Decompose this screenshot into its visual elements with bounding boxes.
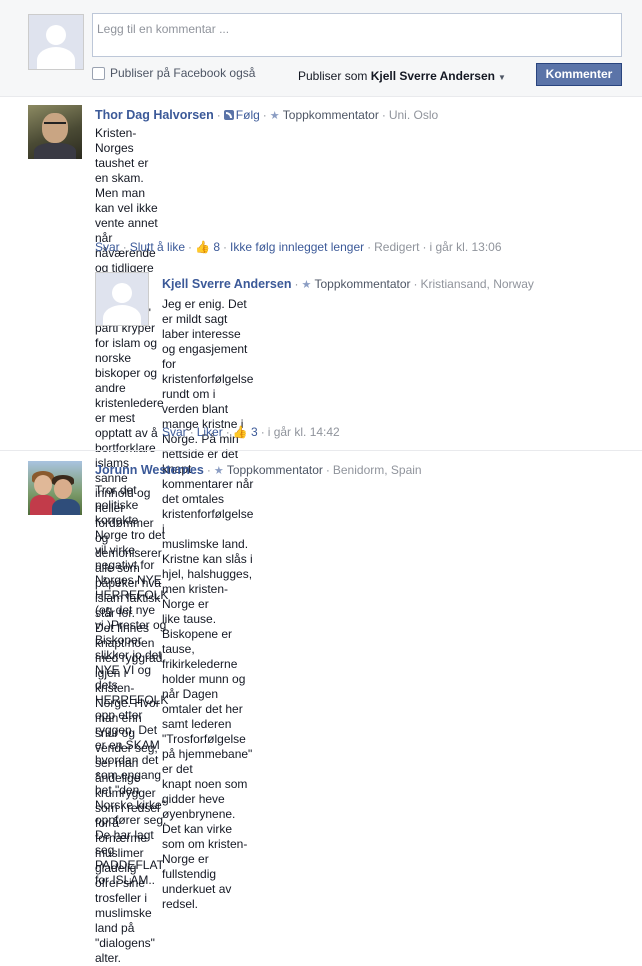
rss-icon [223,110,234,120]
author-location: Uni. Oslo [388,108,439,122]
star-icon: ★ [301,279,312,291]
comment-header: Thor Dag Halvorsen · Følg · ★ Toppkommentato… [95,108,439,122]
facebook-share-checkbox[interactable]: Publiser på Facebook også [92,66,255,80]
like-count[interactable]: 3 [251,425,258,439]
post-as-prefix: Publiser som [298,69,368,83]
top-commenter-badge: Toppkommentator [226,463,323,477]
thumbs-up-icon[interactable]: 👍 [195,240,210,254]
comment-line: De har lagt seg PADDEFLAT for ISLAM.. [95,828,164,887]
author-name[interactable]: Jorunn Westernes [95,463,204,477]
comment-composer: Legg til en kommentar ... Publiser på Fa… [0,0,642,97]
timestamp[interactable]: i går kl. 13:06 [429,240,501,254]
comment-header: Jorunn Westernes · ★ Toppkommentator · Benid… [95,463,422,477]
avatar[interactable] [95,272,149,326]
checkbox-box[interactable] [92,66,105,80]
edited-label: Redigert [374,240,420,254]
follow-link[interactable]: Følg [236,108,260,122]
post-as-name: Kjell Sverre Andersen [370,69,495,83]
comment-line: muslimske land. Kristne kan slås i hjel,… [162,537,253,611]
comment-line: omtaler det her samt lederen "Trosforføl… [162,702,253,776]
comment-text: Tror det politiske korrekte Norge tro de… [95,483,168,888]
author-name[interactable]: Thor Dag Halvorsen [95,108,214,122]
comment-text: Jeg er enig. Det er mildt sagt laber int… [162,297,253,912]
comment-line: Tror det politiske korrekte Norge tro de… [95,483,169,602]
thumbs-up-icon[interactable]: 👍 [233,425,248,439]
comment-line: knapt noen som gidder heve øyenbrynene. … [162,777,248,851]
submit-comment-button[interactable]: Kommenter [536,63,622,86]
comment-line: like tause. Biskopene er tause, frikirke… [162,612,246,701]
author-name[interactable]: Kjell Sverre Andersen [162,277,291,291]
comment-line: Jeg er enig. Det er mildt sagt laber int… [162,297,248,371]
avatar[interactable] [28,461,82,515]
author-location: Kristiansand, Norway [420,277,534,291]
timestamp[interactable]: i går kl. 14:42 [268,425,340,439]
comment-line: Norge er fullstendig underkuet av redsel… [162,852,232,911]
unlike-link[interactable]: Slutt å like [130,240,185,254]
reply-link[interactable]: Svar [95,240,120,254]
comment-line: (og det nye vi.)Prester og Biskoper slik… [95,603,169,722]
comment-actions: Svar · Liker · 👍 3 · i går kl. 14:42 [162,425,340,439]
comment-line: ryggen. Det er en SKAM hvordan det som e… [95,723,167,827]
star-icon: ★ [213,465,224,477]
comment-actions: Svar · Slutt å like · 👍 8 · Ikke følg innlegge… [95,240,502,254]
top-commenter-badge: Toppkommentator [314,277,411,291]
facebook-share-label: Publiser på Facebook også [110,66,256,80]
post-as-selector[interactable]: Publiser som Kjell Sverre Andersen ▼ [298,69,506,83]
avatar[interactable] [28,105,82,159]
divider [0,450,642,451]
like-count[interactable]: 8 [213,240,220,254]
star-icon: ★ [269,110,280,122]
comment-input[interactable]: Legg til en kommentar ... [92,13,622,57]
top-commenter-badge: Toppkommentator [282,108,379,122]
chevron-down-icon[interactable]: ▼ [498,73,506,82]
comment-line: nettside er det knapt kommentarer når de… [162,447,254,536]
like-link[interactable]: Liker [197,425,223,439]
comment-header: Kjell Sverre Andersen · ★ Toppkommentator ·… [162,277,534,291]
reply-link[interactable]: Svar [162,425,187,439]
unfollow-link[interactable]: Ikke følg innlegget lenger [230,240,364,254]
author-location: Benidorm, Spain [332,463,422,477]
current-user-avatar [28,14,84,70]
